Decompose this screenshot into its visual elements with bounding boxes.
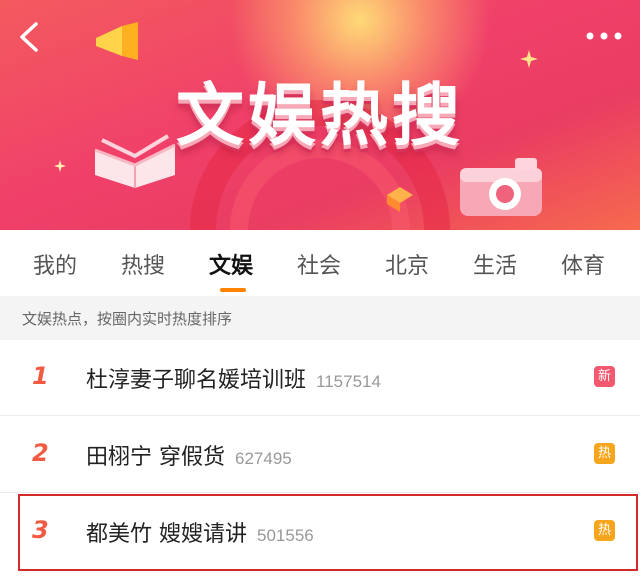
rank-number: 1	[32, 362, 49, 390]
megaphone-icon	[96, 22, 138, 60]
sparkle-icon-small	[54, 160, 66, 172]
list-description: 文娱热点，按圈内实时热度排序	[0, 296, 640, 340]
item-title-wrap: 田栩宁 穿假货 627495	[86, 439, 292, 471]
banner: 文娱热搜	[0, 0, 640, 230]
item-title-wrap: 都美竹 嫂嫂请讲 501556	[86, 516, 314, 548]
heat-count: 627495	[235, 449, 292, 468]
new-badge: 新	[594, 366, 615, 387]
tab-sports[interactable]: 体育	[561, 248, 605, 280]
camera-icon	[460, 158, 542, 216]
rank-number: 3	[32, 516, 49, 544]
item-title: 都美竹 嫂嫂请讲	[86, 522, 247, 547]
item-title: 杜淳妻子聊名媛培训班	[86, 368, 307, 393]
hot-search-item[interactable]: 2 田栩宁 穿假货 627495 热	[0, 417, 640, 493]
hot-badge: 热	[594, 443, 615, 464]
banner-title: 文娱热搜	[175, 77, 464, 156]
item-title-wrap: 杜淳妻子聊名媛培训班 1157514	[86, 362, 381, 394]
hot-search-item[interactable]: 3 都美竹 嫂嫂请讲 501556 热	[0, 494, 640, 570]
more-dots-icon[interactable]	[584, 28, 624, 44]
back-arrow-icon[interactable]	[14, 20, 48, 54]
tab-beijing[interactable]: 北京	[385, 248, 429, 280]
heat-count: 1157514	[316, 372, 381, 391]
rank-number: 2	[32, 439, 49, 467]
tab-life[interactable]: 生活	[473, 248, 517, 280]
hot-search-item[interactable]: 1 杜淳妻子聊名媛培训班 1157514 新	[0, 340, 640, 416]
heat-count: 501556	[257, 526, 314, 545]
active-tab-indicator	[220, 288, 246, 292]
cube-icon	[387, 187, 413, 212]
hot-badge: 热	[594, 520, 615, 541]
tab-hot-search[interactable]: 热搜	[121, 248, 165, 280]
tab-entertainment[interactable]: 文娱	[209, 248, 253, 280]
tab-mine[interactable]: 我的	[33, 248, 77, 280]
tab-society[interactable]: 社会	[297, 248, 341, 280]
item-title: 田栩宁 穿假货	[86, 445, 225, 470]
category-tabs: 我的 热搜 文娱 社会 北京 生活 体育	[0, 230, 640, 296]
